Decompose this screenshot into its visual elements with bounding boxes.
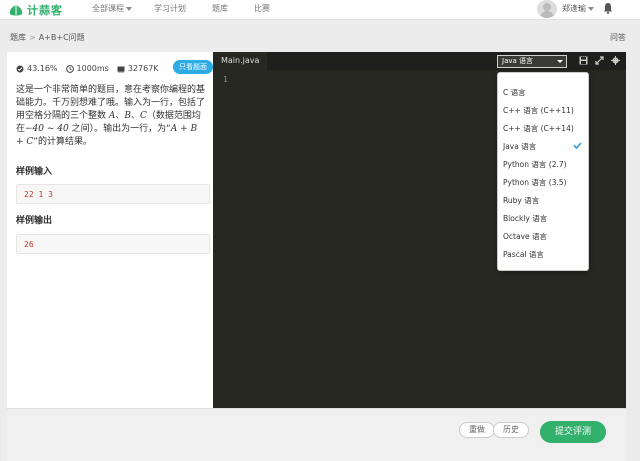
bell-icon[interactable] (603, 2, 613, 14)
reset-button[interactable]: 重做 (459, 422, 495, 438)
language-option-c[interactable]: C 语言 (503, 87, 526, 98)
sample-input-title: 样例输入 (16, 167, 53, 177)
language-option-octave[interactable]: Octave 语言 (503, 231, 547, 242)
site-logo[interactable]: 计蒜客 (8, 2, 63, 18)
language-option-ruby[interactable]: Ruby 语言 (503, 195, 539, 206)
memory-limit-value: 32767K (127, 64, 159, 73)
sample-input-box: 22 1 3 (16, 184, 210, 204)
editor-header: Main.java Java 语言 (213, 52, 626, 70)
language-select[interactable]: Java 语言 (497, 55, 567, 68)
nav-study-plan[interactable]: 学习计划 (154, 3, 186, 14)
breadcrumb-path: 题库 > A+B+C问题 (10, 32, 85, 43)
statement-only-button[interactable]: 只看题面 (173, 60, 213, 74)
problem-panel: 43.16% 1000ms 32767K 只看题面 这是一个非常简单的题目，意在… (7, 52, 213, 408)
memory-chip-icon (117, 66, 125, 73)
fullscreen-icon[interactable] (595, 56, 604, 65)
problem-description: 这是一个非常简单的题目，意在考察你编程的基础能力。千万别想难了哦。输入为一行，包… (16, 84, 206, 149)
username: 郑逢瑜 (562, 4, 586, 13)
clock-icon (65, 64, 74, 73)
checkmark-icon (573, 142, 582, 149)
qa-link[interactable]: 问答 (610, 32, 626, 43)
nav-problem-bank[interactable]: 题库 (212, 3, 228, 14)
nav-contests[interactable]: 比赛 (254, 3, 270, 14)
language-dropdown-menu: C 语言 C++ 语言 (C++11) C++ 语言 (C++14) Java … (497, 72, 589, 271)
chevron-down-icon (126, 6, 132, 11)
problem-stats: 43.16% 1000ms 32767K (16, 64, 167, 73)
math-var-c: C (140, 111, 147, 121)
breadcrumb-separator: > (29, 33, 36, 42)
language-option-python27[interactable]: Python 语言 (2.7) (503, 159, 567, 170)
sample-output-box: 26 (16, 234, 210, 254)
language-option-cpp11[interactable]: C++ 语言 (C++11) (503, 105, 574, 116)
language-select-value: Java 语言 (502, 57, 534, 65)
desc-sep-2: 、 (131, 111, 141, 121)
chevron-down-icon (588, 6, 594, 11)
language-option-java[interactable]: Java 语言 (503, 141, 536, 152)
logo-text: 计蒜客 (27, 4, 63, 17)
line-gutter (213, 70, 233, 408)
action-bar: 重做 历史 提交评测 (7, 408, 626, 461)
garlic-logo-icon (9, 4, 23, 15)
language-option-cpp14[interactable]: C++ 语言 (C++14) (503, 123, 574, 134)
nav-all-courses[interactable]: 全部课程 (92, 3, 132, 14)
tab-main-java[interactable]: Main.java (213, 52, 268, 70)
top-navbar: 计蒜客 全部课程 学习计划 题库 比赛 郑逢瑜 (0, 0, 640, 20)
avatar[interactable] (537, 0, 557, 18)
time-limit-value: 1000ms (76, 64, 109, 73)
time-limit: 1000ms (65, 64, 109, 73)
nav-all-courses-label: 全部课程 (92, 4, 124, 13)
language-option-pascal[interactable]: Pascal 语言 (503, 249, 544, 260)
gear-icon[interactable] (611, 56, 620, 65)
avatar-body (540, 11, 554, 18)
breadcrumb-root[interactable]: 题库 (10, 33, 26, 42)
line-number: 1 (223, 75, 228, 84)
save-icon[interactable] (579, 56, 588, 65)
sample-output-title: 样例输出 (16, 216, 53, 226)
submit-button[interactable]: 提交评测 (540, 421, 606, 443)
desc-text-3: 之间）。输出为一行，为“ (68, 124, 171, 134)
user-menu[interactable]: 郑逢瑜 (562, 3, 594, 14)
avatar-head (543, 3, 551, 11)
memory-limit: 32767K (117, 64, 159, 73)
language-option-blockly[interactable]: Blockly 语言 (503, 213, 547, 224)
pass-rate: 43.16% (16, 64, 58, 73)
desc-text-4: ”的计算结果。 (33, 137, 92, 147)
pass-rate-value: 43.16% (27, 64, 58, 73)
math-range: −40 ~ 40 (25, 124, 69, 134)
breadcrumb-current: A+B+C问题 (38, 33, 85, 42)
language-option-python35[interactable]: Python 语言 (3.5) (503, 177, 567, 188)
chevron-down-icon (557, 60, 563, 63)
history-button[interactable]: 历史 (493, 422, 529, 438)
checkmark-circle-icon (16, 65, 24, 72)
breadcrumb: 题库 > A+B+C问题 问答 (0, 28, 640, 46)
